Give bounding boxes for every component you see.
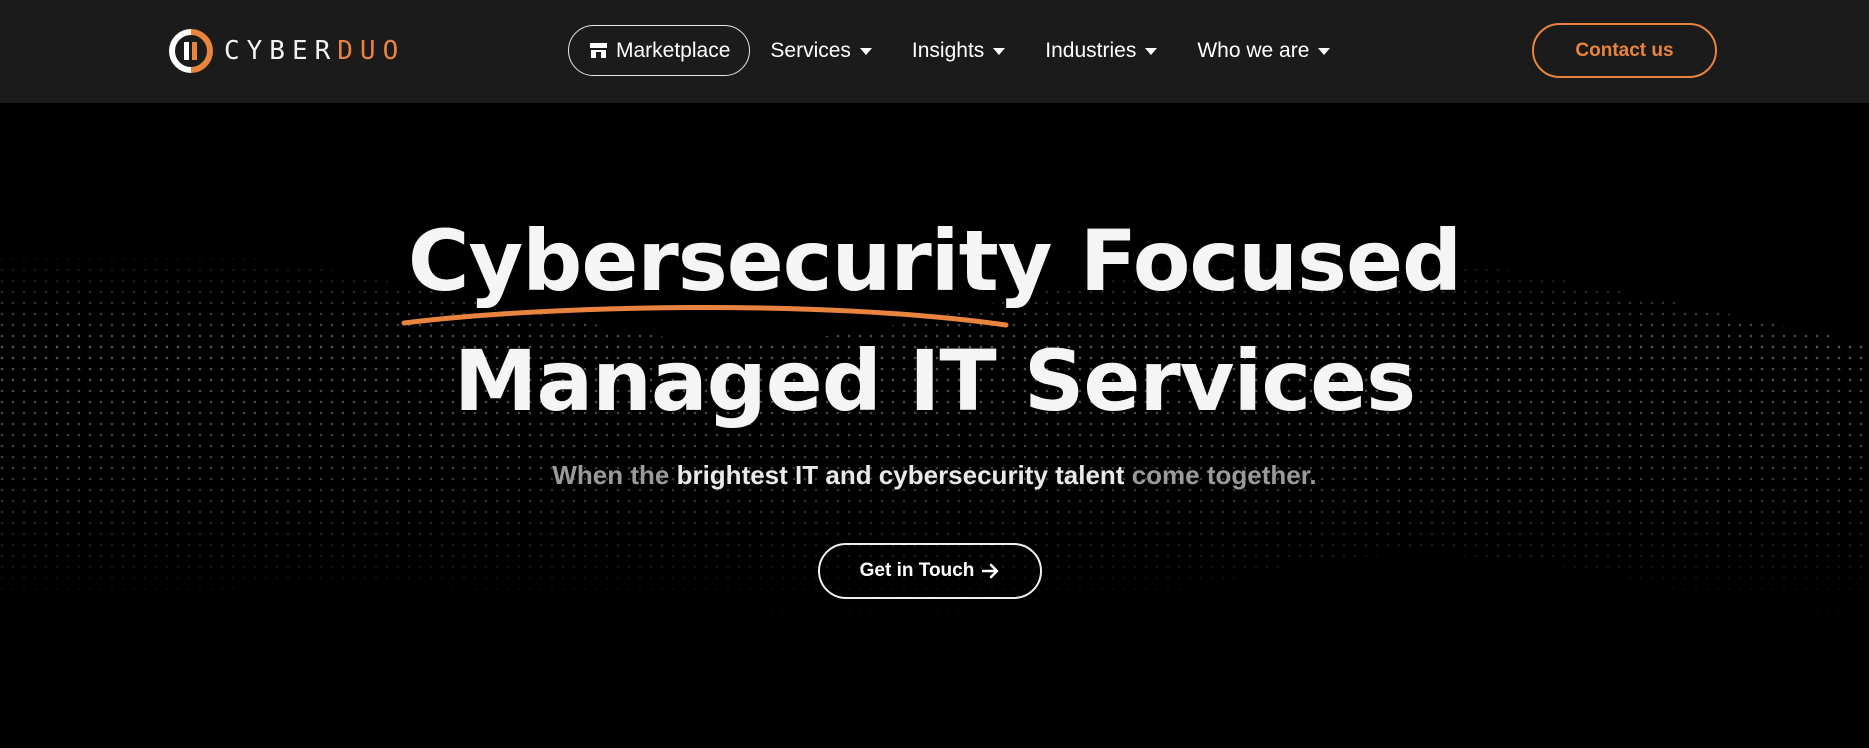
headline-highlight-word: Cybersecurity — [401, 219, 1052, 328]
orange-underline-swoosh — [401, 304, 1009, 328]
nav-item-label: Insights — [911, 38, 985, 62]
marketplace-button[interactable]: Marketplace — [568, 25, 751, 76]
nav-item-label: Services — [770, 38, 851, 62]
logo-text-cyber: CYBER — [224, 36, 338, 66]
subline-highlight: brightest IT and cybersecurity talent — [676, 460, 1125, 490]
marketplace-label: Marketplace — [616, 38, 731, 62]
logo-wordmark: CYBERDUO — [224, 38, 405, 64]
headline-rest-text: Focused — [1051, 212, 1462, 310]
main-navigation: Marketplace Services Insights Industries… — [568, 25, 1350, 76]
caret-down-icon — [1318, 48, 1331, 55]
nav-item-who-we-are[interactable]: Who we are — [1197, 38, 1331, 63]
logo-text-duo: DUO — [337, 36, 406, 66]
nav-item-industries[interactable]: Industries — [1045, 38, 1158, 63]
get-in-touch-button[interactable]: Get in Touch — [818, 543, 1042, 599]
subline-after: come together. — [1124, 460, 1317, 490]
cta-label: Get in Touch — [859, 560, 975, 581]
hero-subheadline: When the brightest IT and cybersecurity … — [0, 460, 1869, 491]
caret-down-icon — [1145, 48, 1158, 55]
nav-item-insights[interactable]: Insights — [911, 38, 1006, 63]
contact-us-button[interactable]: Contact us — [1532, 23, 1717, 78]
hero-headline-line2: Managed IT Services — [453, 332, 1416, 430]
caret-down-icon — [859, 48, 872, 55]
nav-item-services[interactable]: Services — [770, 39, 872, 63]
nav-item-label: Industries — [1045, 38, 1137, 62]
subline-before: When the — [552, 460, 677, 490]
hero-headline-line1: Cybersecurity Focused — [0, 219, 1869, 328]
hero-section: Cybersecurity Focused Managed IT Service… — [0, 103, 1869, 748]
nav-item-label: Who we are — [1197, 38, 1310, 62]
cyberduo-logo[interactable]: CYBERDUO — [168, 28, 405, 74]
store-icon — [590, 43, 607, 58]
logo-mark-icon — [169, 29, 213, 73]
top-navbar: CYBERDUO Marketplace Services Insights I… — [0, 0, 1869, 103]
headline-highlight-text: Cybersecurity — [407, 212, 1053, 310]
arrow-right-icon — [982, 563, 999, 579]
caret-down-icon — [993, 48, 1006, 55]
